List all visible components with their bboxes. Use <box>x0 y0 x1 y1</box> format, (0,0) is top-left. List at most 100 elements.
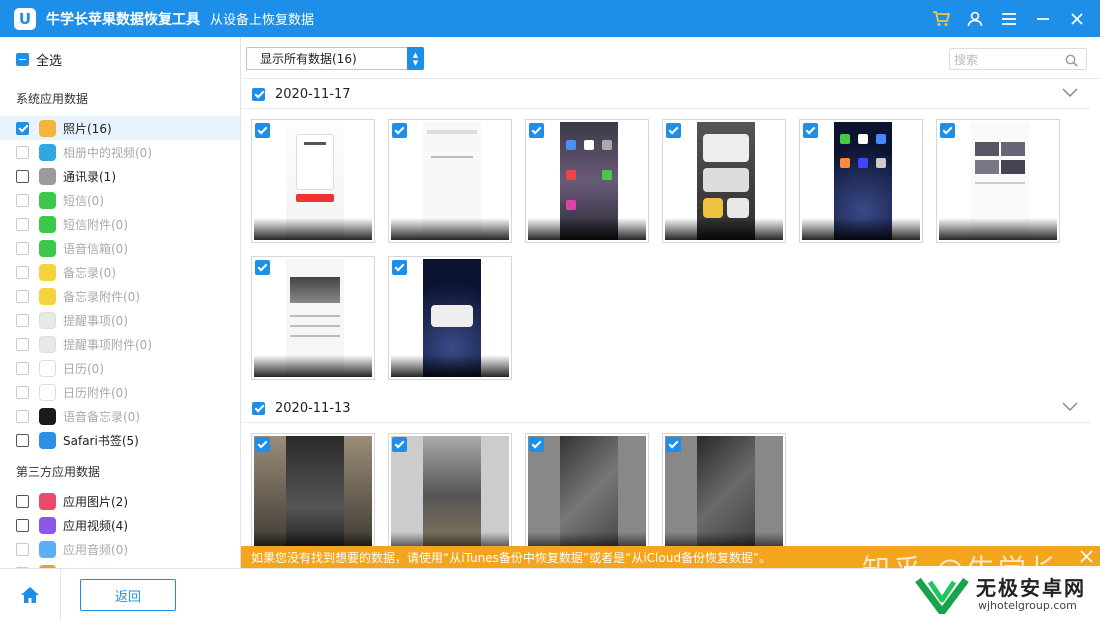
banner-text: 如果您没有找到想要的数据，请使用“从iTunes备份中恢复数据”或者是“从iCl… <box>251 550 772 565</box>
site-url: wjhotelgroup.com <box>978 599 1077 612</box>
item-checkbox[interactable] <box>16 518 29 532</box>
select-all-label: 全选 <box>36 53 63 69</box>
sidebar-item[interactable]: 备忘录(0) <box>0 260 240 284</box>
photo-checkbox[interactable] <box>255 260 270 275</box>
sidebar-item[interactable]: 应用音频(0) <box>0 537 240 561</box>
item-checkbox[interactable] <box>16 241 29 255</box>
chevron-down-icon[interactable] <box>1062 402 1078 412</box>
sidebar-item[interactable]: 短信(0) <box>0 188 240 212</box>
search-input[interactable]: 搜索 <box>949 48 1087 70</box>
divider <box>242 108 1090 109</box>
photo-thumbnail[interactable] <box>251 256 375 380</box>
photo-checkbox[interactable] <box>255 123 270 138</box>
item-checkbox[interactable] <box>16 289 29 303</box>
photo-thumbnail[interactable] <box>525 119 649 243</box>
item-checkbox[interactable] <box>16 121 29 135</box>
sidebar-item-label: 备忘录(0) <box>63 265 116 280</box>
item-checkbox[interactable] <box>16 337 29 351</box>
sidebar-item[interactable]: Safari书签(5) <box>0 428 240 452</box>
sidebar-item-label: 应用视频(4) <box>63 518 128 533</box>
select-arrows-icon[interactable]: ▲ ▼ <box>407 47 424 70</box>
sidebar-item[interactable]: 语音备忘录(0) <box>0 404 240 428</box>
item-checkbox[interactable] <box>16 145 29 159</box>
sidebar-item-label: Safari书签(5) <box>63 433 139 448</box>
photo-checkbox[interactable] <box>666 437 681 452</box>
item-checkbox[interactable] <box>16 433 29 447</box>
photo-thumbnail[interactable] <box>799 119 923 243</box>
sidebar-item[interactable]: 通讯录(1) <box>0 164 240 188</box>
photo-thumbnail[interactable] <box>388 433 512 546</box>
group-checkbox[interactable] <box>252 401 265 415</box>
sidebar-item[interactable]: 相册中的视频(0) <box>0 140 240 164</box>
sidebar-item[interactable]: 日历(0) <box>0 356 240 380</box>
calendar-attachment-icon <box>39 383 56 401</box>
sidebar-item-label: 语音信箱(0) <box>63 241 128 256</box>
close-icon[interactable] <box>1079 549 1094 564</box>
sidebar-item-label: 相册中的视频(0) <box>63 145 152 160</box>
search-icon[interactable] <box>1065 54 1078 67</box>
sidebar-item-label: 日历(0) <box>63 361 104 376</box>
photo-checkbox[interactable] <box>392 123 407 138</box>
app-audio-icon <box>39 540 56 558</box>
sidebar-item[interactable]: 应用视频(4) <box>0 513 240 537</box>
sidebar: 全选 系统应用数据 照片(16) 相册中的视频(0) 通讯录(1) 短信(0) 短信附件… <box>0 37 241 568</box>
photo-thumbnail[interactable] <box>662 119 786 243</box>
sidebar-item[interactable]: 语音信箱(0) <box>0 236 240 260</box>
photo-checkbox[interactable] <box>392 437 407 452</box>
date-group-header[interactable]: 2020-11-13 <box>252 399 351 417</box>
app-photos-icon <box>39 492 56 510</box>
home-icon <box>21 587 39 603</box>
chevron-down-icon[interactable] <box>1062 88 1078 98</box>
item-checkbox[interactable] <box>16 217 29 231</box>
item-checkbox[interactable] <box>16 361 29 375</box>
photo-checkbox[interactable] <box>529 123 544 138</box>
item-checkbox[interactable] <box>16 169 29 183</box>
sidebar-item[interactable]: 提醒事项(0) <box>0 308 240 332</box>
sidebar-item[interactable]: 应用文档(0) <box>0 561 240 568</box>
item-checkbox[interactable] <box>16 313 29 327</box>
photo-thumbnail[interactable] <box>388 256 512 380</box>
sidebar-item[interactable]: 照片(16) <box>0 116 240 140</box>
back-button[interactable]: 返回 <box>80 579 176 611</box>
site-logo-icon <box>915 577 969 614</box>
photo-checkbox[interactable] <box>803 123 818 138</box>
photo-thumbnail[interactable] <box>251 433 375 546</box>
group-checkbox[interactable] <box>252 87 265 101</box>
close-icon[interactable] <box>1060 0 1094 37</box>
photo-checkbox[interactable] <box>529 437 544 452</box>
sidebar-item[interactable]: 短信附件(0) <box>0 212 240 236</box>
photo-thumbnail[interactable] <box>388 119 512 243</box>
minimize-icon[interactable] <box>1026 0 1060 37</box>
photo-thumbnail[interactable] <box>936 119 1060 243</box>
notes-attachment-icon <box>39 287 56 305</box>
photo-checkbox[interactable] <box>666 123 681 138</box>
sidebar-item[interactable]: 应用图片(2) <box>0 489 240 513</box>
photo-checkbox[interactable] <box>255 437 270 452</box>
photo-checkbox[interactable] <box>940 123 955 138</box>
window-controls <box>924 0 1094 37</box>
photo-thumbnail[interactable] <box>662 433 786 546</box>
partial-checkbox-icon[interactable] <box>16 52 29 66</box>
photo-thumbnail[interactable] <box>525 433 649 546</box>
photo-checkbox[interactable] <box>392 260 407 275</box>
menu-icon[interactable] <box>992 0 1026 37</box>
third-party-group-heading: 第三方应用数据 <box>16 465 101 479</box>
item-checkbox[interactable] <box>16 265 29 279</box>
user-icon[interactable] <box>958 0 992 37</box>
item-checkbox[interactable] <box>16 542 29 556</box>
sidebar-item[interactable]: 备忘录附件(0) <box>0 284 240 308</box>
item-checkbox[interactable] <box>16 385 29 399</box>
data-filter-select[interactable]: 显示所有数据(16) ▲ ▼ <box>246 47 424 70</box>
select-all-toggle[interactable]: 全选 <box>16 51 63 69</box>
date-group-header[interactable]: 2020-11-17 <box>252 85 351 103</box>
group-date: 2020-11-13 <box>275 400 351 416</box>
sidebar-item[interactable]: 提醒事项附件(0) <box>0 332 240 356</box>
item-checkbox[interactable] <box>16 409 29 423</box>
photo-thumbnail[interactable] <box>251 119 375 243</box>
home-button[interactable] <box>0 569 61 621</box>
cart-icon[interactable] <box>924 0 958 37</box>
item-checkbox[interactable] <box>16 193 29 207</box>
sidebar-item-label: 短信(0) <box>63 193 104 208</box>
item-checkbox[interactable] <box>16 494 29 508</box>
sidebar-item[interactable]: 日历附件(0) <box>0 380 240 404</box>
